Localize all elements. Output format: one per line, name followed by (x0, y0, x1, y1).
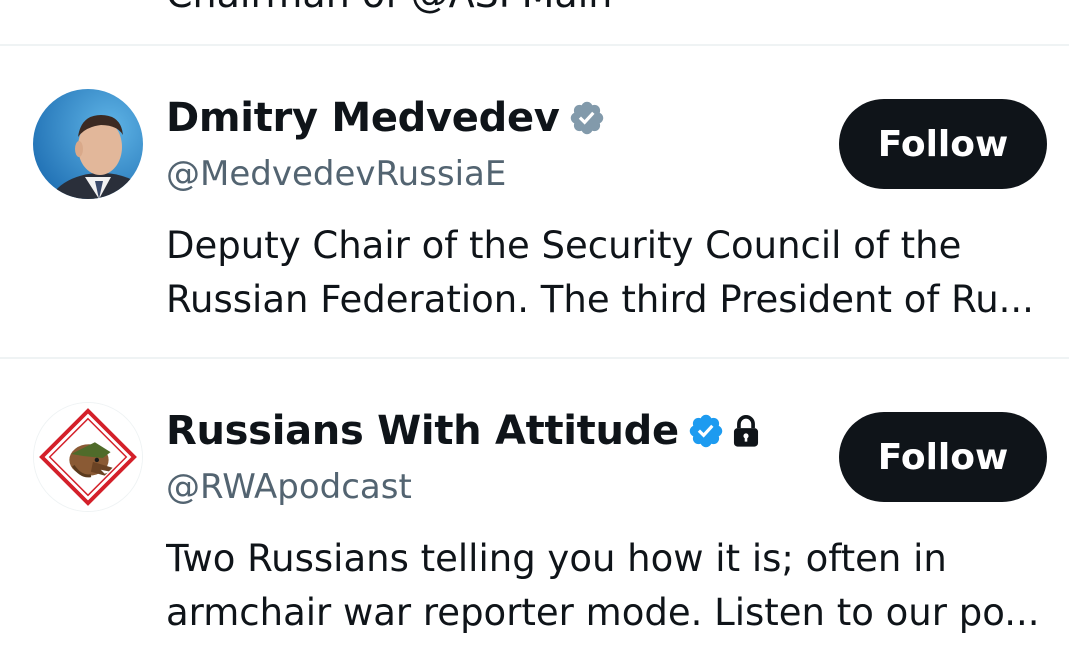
bio-line: Deputy Chair of the Security Council of … (166, 224, 962, 267)
previous-user-bio: Chairman of @ASPMain (166, 0, 612, 20)
user-cell-rwapodcast[interactable]: Russians With Attitude @RWApodcast Two R… (0, 359, 1069, 664)
lock-icon (733, 415, 758, 447)
bio-line: armchair war reporter mode. Listen to ou… (166, 591, 1040, 634)
user-cell-medvedev[interactable]: Dmitry Medvedev @MedvedevRussiaE Deputy … (0, 46, 1069, 358)
user-display-name[interactable]: Dmitry Medvedev (166, 95, 560, 141)
user-bio: Deputy Chair of the Security Council of … (166, 219, 1046, 327)
verified-badge-icon[interactable] (568, 99, 606, 137)
follow-button[interactable]: Follow (839, 99, 1047, 189)
avatar[interactable] (33, 89, 143, 199)
bio-line: Russian Federation. The third President … (166, 278, 1034, 321)
user-display-name[interactable]: Russians With Attitude (166, 408, 679, 454)
avatar-photo (33, 89, 143, 199)
user-bio: Two Russians telling you how it is; ofte… (166, 532, 1046, 640)
user-handle[interactable]: @RWApodcast (166, 467, 412, 507)
user-handle[interactable]: @MedvedevRussiaE (166, 154, 506, 194)
avatar-logo (34, 403, 142, 511)
verified-badge-icon[interactable] (687, 412, 725, 450)
follow-button[interactable]: Follow (839, 412, 1047, 502)
name-line: Russians With Attitude (166, 405, 761, 457)
name-line: Dmitry Medvedev (166, 92, 606, 144)
avatar[interactable] (33, 402, 143, 512)
bio-line: Two Russians telling you how it is; ofte… (166, 537, 947, 580)
